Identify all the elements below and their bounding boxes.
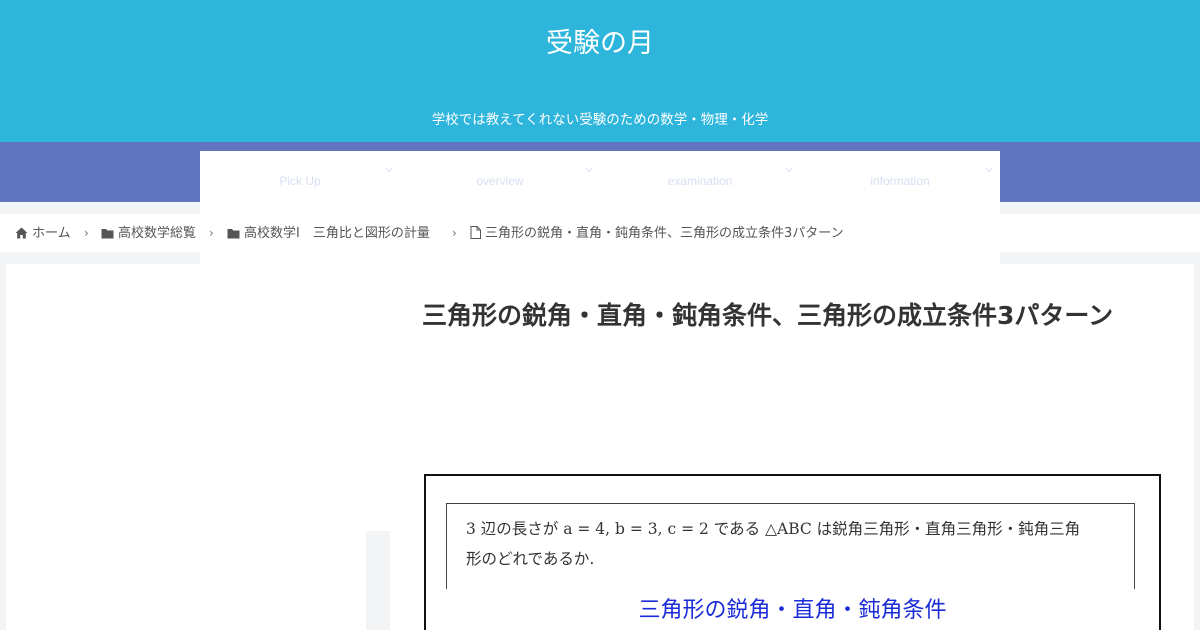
breadcrumb-category[interactable]: 高校数学総覧 bbox=[101, 225, 196, 242]
nav-item-sublabel: examination bbox=[667, 174, 733, 188]
nav-item-sublabel: information bbox=[870, 174, 930, 188]
figure-heading: 三角形の鋭角・直角・鈍角条件 bbox=[638, 598, 947, 623]
breadcrumb-subcategory[interactable]: 高校数学Ⅰ 三角比と図形の計量 bbox=[227, 225, 430, 242]
breadcrumb-separator-icon: › bbox=[452, 226, 457, 240]
problem-text-line-2: 形のどれであるか. bbox=[466, 550, 595, 568]
breadcrumb-current-label: 三角形の鋭角・直角・鈍角条件、三角形の成立条件3パターン bbox=[485, 226, 844, 241]
breadcrumb-home-link[interactable]: ホーム bbox=[32, 226, 71, 241]
chevron-down-icon bbox=[382, 164, 396, 178]
problem-text-line-1: 3 辺の長さが a = 4, b = 3, c = 2 である △ABC は鋭角… bbox=[466, 520, 1081, 538]
site-header: 受験の月 学校では教えてくれない受験のための数学・物理・化学 bbox=[0, 0, 1200, 142]
problem-box: 3 辺の長さが a = 4, b = 3, c = 2 である △ABC は鋭角… bbox=[446, 503, 1135, 589]
breadcrumb-separator-icon: › bbox=[209, 226, 214, 240]
file-icon bbox=[470, 226, 481, 239]
breadcrumb: ホーム › 高校数学総覧 › 高校数学Ⅰ 三角比と図形の計量 › 三角形の鋭角・… bbox=[0, 214, 1200, 252]
sidebar bbox=[6, 264, 366, 630]
breadcrumb-separator-icon: › bbox=[84, 226, 89, 240]
chevron-down-icon bbox=[982, 164, 996, 178]
chevron-down-icon bbox=[582, 164, 596, 178]
global-nav: ピックアップ Pick Up 数学・物理・化学 overview 教育・学習・受… bbox=[0, 142, 1200, 531]
article-title: 三角形の鋭角・直角・鈍角条件、三角形の成立条件3パターン bbox=[422, 301, 1114, 330]
site-tagline: 学校では教えてくれない受験のための数学・物理・化学 bbox=[431, 112, 769, 128]
nav-item-overview[interactable]: 数学・物理・化学 overview bbox=[400, 142, 600, 531]
breadcrumb-subcategory-link[interactable]: 高校数学Ⅰ 三角比と図形の計量 bbox=[244, 226, 430, 241]
home-icon bbox=[15, 227, 28, 239]
nav-item-pickup[interactable]: ピックアップ Pick Up bbox=[200, 142, 400, 531]
breadcrumb-home[interactable]: ホーム bbox=[15, 225, 71, 242]
nav-item-sublabel: overview bbox=[476, 174, 524, 188]
nav-item-examination[interactable]: 教育・学習・受験 examination bbox=[600, 142, 800, 531]
site-title[interactable]: 受験の月 bbox=[0, 26, 1200, 62]
chevron-down-icon bbox=[782, 164, 796, 178]
breadcrumb-category-link[interactable]: 高校数学総覧 bbox=[118, 226, 196, 241]
breadcrumb-current: 三角形の鋭角・直角・鈍角条件、三角形の成立条件3パターン bbox=[470, 225, 844, 242]
folder-icon bbox=[227, 229, 240, 239]
nav-item-sublabel: Pick Up bbox=[279, 174, 321, 188]
folder-icon bbox=[101, 229, 114, 239]
article-figure: 3 辺の長さが a = 4, b = 3, c = 2 である △ABC は鋭角… bbox=[424, 474, 1161, 630]
nav-item-information[interactable]: サイト情報 information bbox=[800, 142, 1000, 531]
